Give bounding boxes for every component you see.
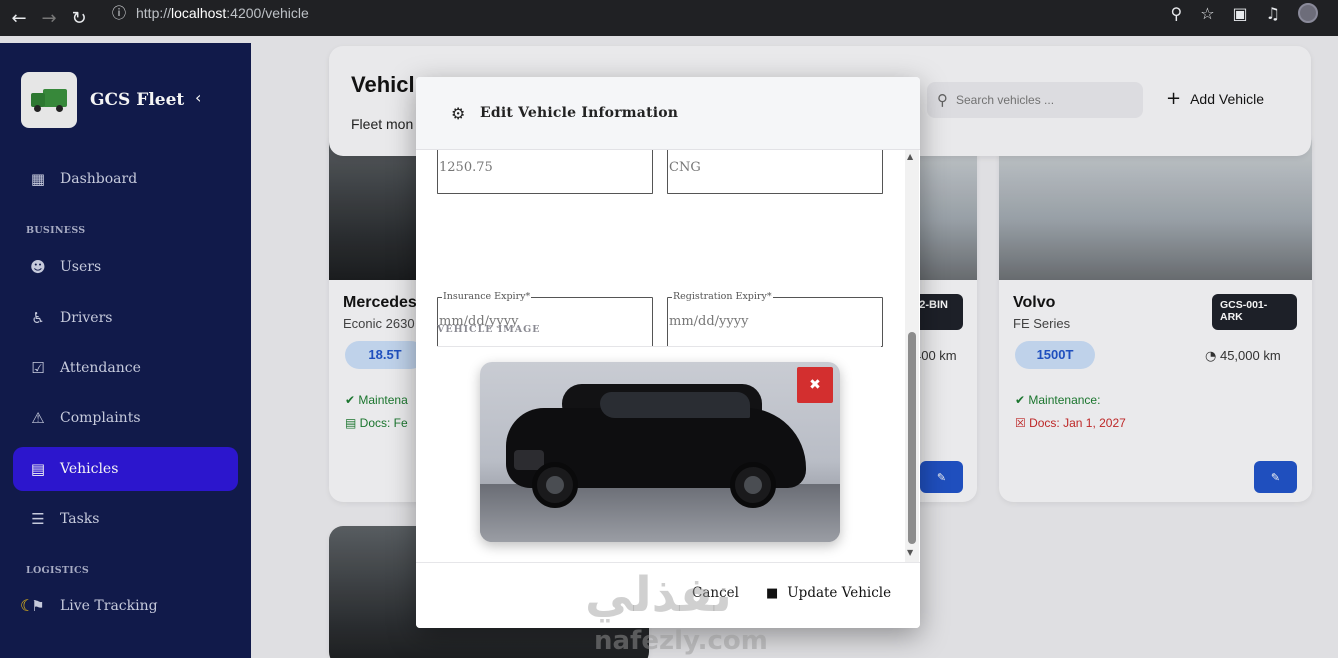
forward-icon[interactable]: → (38, 7, 60, 29)
browser-toolbar: ← → ↻ ⓘ http://localhost:4200/vehicle ⚲ … (0, 0, 1338, 36)
zoom-icon[interactable]: ⚲ (1170, 4, 1182, 23)
insurance-expiry-label: Insurance Expiry* (442, 291, 532, 302)
extensions-icon[interactable]: ▣ (1233, 4, 1248, 23)
registration-expiry-input: mm/dd/yyyy (669, 314, 749, 329)
dialog-header: ⚙ Edit Vehicle Information (416, 77, 920, 150)
profile-avatar[interactable] (1298, 3, 1318, 23)
registration-expiry-field[interactable]: Registration Expiry* mm/dd/yyyy (667, 291, 883, 347)
scroll-down-arrow-icon[interactable]: ▼ (907, 548, 913, 557)
url-text: http://localhost:4200/vehicle (136, 5, 309, 21)
scroll-up-arrow-icon[interactable]: ▲ (907, 152, 913, 161)
fuel-cost-value: 1250.75 (439, 160, 493, 175)
reload-icon[interactable]: ↻ (68, 7, 90, 29)
update-vehicle-button[interactable]: ■ Update Vehicle (766, 585, 891, 601)
dialog-title: Edit Vehicle Information (480, 105, 679, 121)
delete-image-button[interactable]: ✖ (797, 367, 833, 403)
edit-settings-icon: ⚙ (451, 104, 466, 123)
update-vehicle-label: Update Vehicle (787, 585, 892, 601)
insurance-expiry-field[interactable]: Insurance Expiry* mm/dd/yyyy (437, 291, 653, 347)
fuel-cost-field[interactable]: 1250.75 (437, 150, 653, 194)
section-divider (437, 346, 881, 347)
watermark-latin: nafezly.com (594, 626, 768, 656)
registration-expiry-label: Registration Expiry* (672, 291, 773, 302)
bookmark-star-icon[interactable]: ☆ (1200, 4, 1214, 23)
fuel-type-value: CNG (669, 160, 701, 175)
vehicle-image-section-label: VEHICLE IMAGE (437, 324, 541, 335)
scrollbar-thumb[interactable] (908, 332, 916, 544)
trash-icon: ✖ (809, 377, 821, 393)
media-control-icon[interactable]: ♫ (1266, 4, 1280, 23)
save-icon: ■ (766, 585, 779, 601)
edit-vehicle-dialog: ⚙ Edit Vehicle Information 1250.75 CNG I… (416, 77, 920, 628)
dialog-body: 1250.75 CNG Insurance Expiry* mm/dd/yyyy… (416, 150, 920, 562)
vehicle-image-preview (480, 362, 840, 542)
fuel-type-field[interactable]: CNG (667, 150, 883, 194)
address-bar[interactable]: ⓘ http://localhost:4200/vehicle (112, 0, 1182, 26)
back-icon[interactable]: ← (8, 7, 30, 29)
site-info-icon[interactable]: ⓘ (112, 3, 136, 23)
watermark-arabic: نفذلي (585, 567, 732, 623)
